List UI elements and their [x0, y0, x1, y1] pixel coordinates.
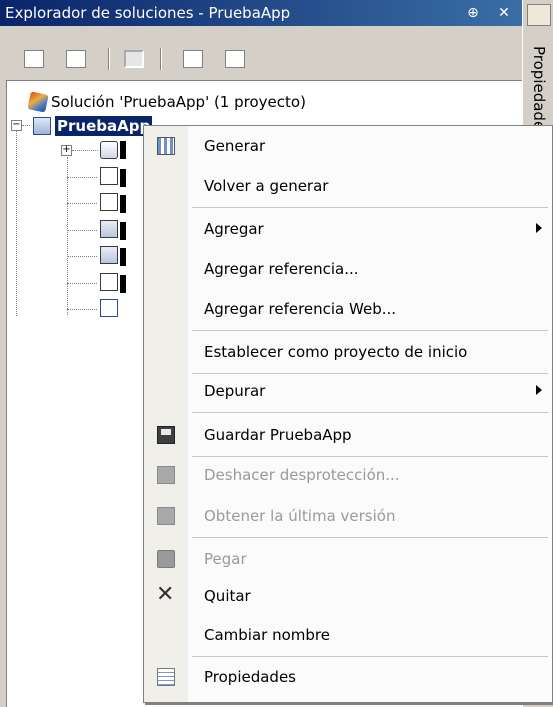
save-icon: [157, 426, 175, 444]
paste-icon: [157, 550, 175, 568]
node-label-fragment: [120, 248, 126, 266]
node-label-fragment: [120, 169, 126, 187]
properties-icon: [157, 668, 175, 686]
file-icon[interactable]: [100, 167, 118, 185]
expand-icon[interactable]: +: [61, 145, 72, 156]
form-icon[interactable]: [100, 246, 118, 264]
menu-item-establecer-inicio[interactable]: Establecer como proyecto de inicio: [144, 337, 552, 367]
tree-line: [16, 131, 17, 316]
menu-item-label: Pegar: [204, 550, 247, 568]
tree-line: [67, 177, 97, 178]
menu-item-label: Cambiar nombre: [204, 626, 330, 644]
tree-node-solution[interactable]: Solución 'PruebaApp' (1 proyecto): [27, 91, 306, 113]
node-label-fragment: [120, 275, 126, 293]
menu-item-label: Volver a generar: [204, 177, 329, 195]
submenu-arrow-icon: [536, 385, 542, 395]
tree-line: [67, 230, 97, 231]
menu-item-label: Propiedades: [204, 668, 296, 686]
menu-icon-gutter: [144, 126, 188, 702]
menu-separator: [192, 373, 548, 374]
menu-item-label: Agregar referencia Web...: [204, 300, 397, 318]
menu-item-obtener-ultima-version[interactable]: Obtener la última versión: [144, 501, 552, 531]
solution-label: Solución 'PruebaApp' (1 proyecto): [51, 93, 306, 111]
close-icon[interactable]: ✕: [494, 3, 514, 23]
menu-item-label: Agregar referencia...: [204, 260, 359, 278]
menu-item-agregar-referencia-web[interactable]: Agregar referencia Web...: [144, 294, 552, 324]
menu-item-label: Establecer como proyecto de inicio: [204, 343, 468, 361]
menu-separator: [192, 537, 548, 538]
form-icon[interactable]: [100, 220, 118, 238]
remove-icon: ✕: [156, 582, 175, 607]
tree-line: [22, 125, 30, 126]
menu-item-cambiar-nombre[interactable]: Cambiar nombre: [144, 620, 552, 650]
refresh-button[interactable]: [124, 50, 144, 68]
panel-title: Explorador de soluciones - PruebaApp: [5, 4, 291, 22]
menu-item-depurar[interactable]: Depurar: [144, 376, 552, 406]
show-all-files-button[interactable]: [66, 50, 86, 68]
solution-explorer-toolbar: [0, 26, 522, 80]
menu-item-guardar[interactable]: Guardar PruebaApp: [144, 420, 552, 450]
menu-item-label: Guardar PruebaApp: [204, 426, 352, 444]
view-code-button[interactable]: [183, 50, 203, 68]
tree-line: [67, 283, 97, 284]
tree-line: [67, 157, 68, 315]
menu-item-label: Depurar: [204, 382, 266, 400]
build-icon: [157, 137, 175, 155]
node-label-fragment: [120, 141, 126, 159]
get-latest-icon: [157, 507, 175, 525]
submenu-arrow-icon: [536, 223, 542, 233]
project-icon: [33, 117, 51, 135]
file-icon[interactable]: [100, 193, 118, 211]
menu-separator: [192, 656, 548, 657]
menu-item-label: Deshacer desprotección...: [204, 466, 400, 484]
tree-line: [67, 256, 97, 257]
menu-item-quitar[interactable]: ✕ Quitar: [144, 581, 552, 611]
menu-separator: [192, 330, 548, 331]
menu-item-label: Generar: [204, 137, 266, 155]
solution-icon: [27, 91, 49, 113]
context-menu: Generar Volver a generar Agregar Agregar…: [143, 125, 553, 703]
toolbar-separator: [160, 48, 162, 70]
collapse-icon[interactable]: −: [11, 120, 22, 131]
menu-item-label: Quitar: [204, 587, 251, 605]
menu-item-deshacer-desproteccion[interactable]: Deshacer desprotección...: [144, 460, 552, 490]
menu-item-generar[interactable]: Generar: [144, 131, 552, 161]
document-icon[interactable]: [100, 299, 118, 317]
menu-item-volver-a-generar[interactable]: Volver a generar: [144, 171, 552, 201]
panel-titlebar: Explorador de soluciones - PruebaApp ⊕ ✕: [0, 0, 522, 26]
menu-item-label: Obtener la última versión: [204, 507, 396, 525]
project-label: PruebaApp: [55, 116, 153, 136]
references-icon[interactable]: [100, 141, 118, 159]
menu-separator: [192, 412, 548, 413]
node-label-fragment: [120, 195, 126, 213]
menu-item-agregar-referencia[interactable]: Agregar referencia...: [144, 254, 552, 284]
menu-item-pegar[interactable]: Pegar: [144, 544, 552, 574]
menu-item-label: Agregar: [204, 220, 264, 238]
menu-item-agregar[interactable]: Agregar: [144, 214, 552, 244]
tree-line: [67, 309, 97, 310]
menu-separator: [192, 207, 548, 208]
view-designer-button[interactable]: [225, 50, 245, 68]
tree-line: [67, 203, 97, 204]
properties-toolbar-button[interactable]: [24, 50, 44, 68]
node-label-fragment: [120, 222, 126, 240]
menu-separator: [192, 456, 548, 457]
toolbar-separator: [108, 48, 110, 70]
properties-tab-icon[interactable]: [527, 4, 551, 26]
menu-item-propiedades[interactable]: Propiedades: [144, 662, 552, 692]
tree-node-project[interactable]: PruebaApp: [33, 115, 153, 137]
undo-checkout-icon: [157, 466, 175, 484]
file-icon[interactable]: [100, 273, 118, 291]
tree-line: [72, 150, 98, 151]
pin-icon[interactable]: ⊕: [463, 3, 483, 23]
